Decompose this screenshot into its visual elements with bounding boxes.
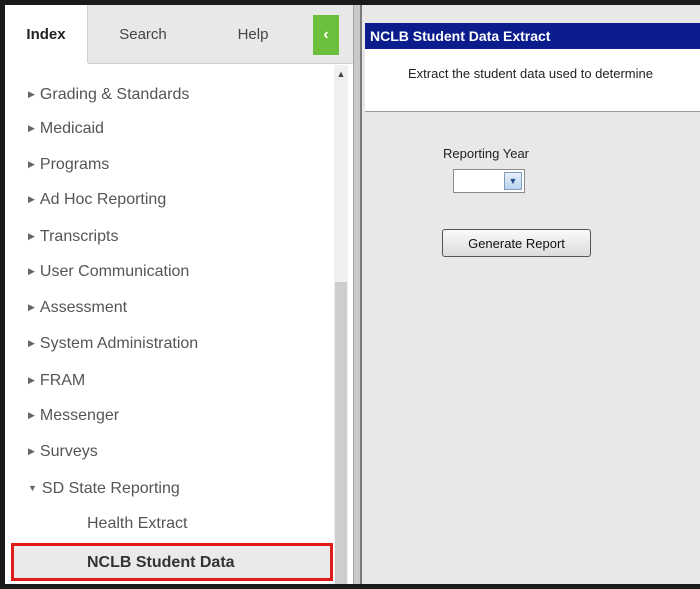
tree-subitem-label: NCLB Student Data (87, 554, 235, 571)
tree-item-programs[interactable]: ▶ Programs (28, 156, 109, 174)
tree-item-medicaid[interactable]: ▶ Medicaid (28, 120, 104, 138)
tool-description-box: Extract the student data used to determi… (365, 49, 700, 112)
generate-report-button[interactable]: Generate Report (442, 229, 591, 257)
tool-panel: NCLB Student Data Extract Extract the st… (362, 5, 700, 584)
tree-item-label: System Administration (39, 335, 199, 352)
expand-arrow-icon: ▶ (28, 302, 35, 312)
tree-item-ad-hoc-reporting[interactable]: ▶ Ad Hoc Reporting (28, 191, 166, 209)
tree-item-label: Programs (39, 156, 110, 173)
tree-item-grading-standards[interactable]: ▶ Grading & Standards (28, 86, 189, 104)
tree-item-assessment[interactable]: ▶ Assessment (28, 299, 127, 317)
navigation-panel: Index Search Help ‹ ▶ Grading & Standards… (5, 5, 353, 584)
tree-item-label: Assessment (39, 299, 128, 316)
reporting-year-label: Reporting Year (443, 146, 530, 161)
tab-help[interactable]: Help (198, 5, 308, 64)
expand-arrow-icon: ▶ (28, 194, 35, 204)
tree-item-label: Medicaid (39, 120, 104, 137)
index-tree: ▶ Grading & Standards ▶ Medicaid ▶ Programs… (5, 65, 335, 584)
expand-arrow-icon: ▶ (28, 231, 35, 241)
tree-item-label: Grading & Standards (39, 86, 190, 103)
expand-arrow-icon: ▶ (28, 338, 35, 348)
expand-arrow-icon: ▶ (28, 123, 35, 133)
tree-item-label: FRAM (39, 372, 86, 389)
tree-item-label: Ad Hoc Reporting (39, 191, 167, 208)
expand-arrow-icon: ▶ (28, 89, 35, 99)
scroll-up-arrow-icon[interactable]: ▲ (334, 65, 348, 83)
tree-item-sd-state-reporting[interactable]: ▼ SD State Reporting (28, 480, 180, 498)
tool-description: Extract the student data used to determi… (408, 66, 653, 81)
tree-subitem-nclb-student-data[interactable]: NCLB Student Data (11, 543, 333, 581)
tool-title: NCLB Student Data Extract (365, 23, 700, 49)
tree-item-transcripts[interactable]: ▶ Transcripts (28, 228, 118, 246)
chevron-down-icon[interactable]: ▼ (504, 172, 522, 190)
tree-item-system-administration[interactable]: ▶ System Administration (28, 335, 198, 353)
tree-item-fram[interactable]: ▶ FRAM (28, 372, 85, 390)
tree-item-messenger[interactable]: ▶ Messenger (28, 407, 119, 425)
tree-item-label: Messenger (39, 407, 120, 424)
tree-item-user-communication[interactable]: ▶ User Communication (28, 263, 189, 281)
tree-item-label: Transcripts (39, 228, 119, 245)
collapse-arrow-icon: ▼ (28, 483, 37, 493)
tree-subitem-health-extract[interactable]: Health Extract (87, 515, 187, 533)
tab-index[interactable]: Index (5, 5, 88, 63)
reporting-year-select[interactable]: ▼ (453, 169, 525, 193)
expand-arrow-icon: ▶ (28, 446, 35, 456)
expand-arrow-icon: ▶ (28, 159, 35, 169)
collapse-panel-button[interactable]: ‹ (313, 15, 339, 55)
tree-item-label: User Communication (39, 263, 190, 280)
tab-search[interactable]: Search (88, 5, 198, 64)
expand-arrow-icon: ▶ (28, 410, 35, 420)
tree-item-surveys[interactable]: ▶ Surveys (28, 443, 98, 461)
expand-arrow-icon: ▶ (28, 375, 35, 385)
nav-tabs: Index Search Help ‹ (5, 5, 353, 65)
panel-splitter[interactable] (353, 5, 362, 584)
expand-arrow-icon: ▶ (28, 266, 35, 276)
tree-item-label: Surveys (39, 443, 98, 460)
tree-item-label: SD State Reporting (41, 480, 180, 497)
nav-scrollbar-thumb[interactable] (335, 282, 347, 584)
